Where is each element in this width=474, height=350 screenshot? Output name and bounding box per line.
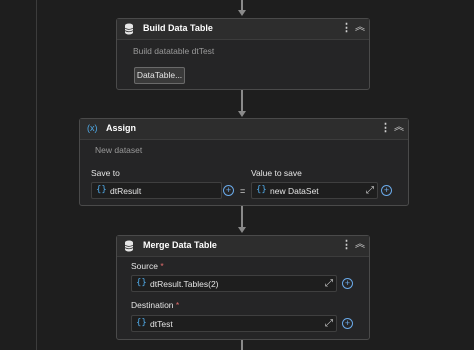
destination-field[interactable]: {} dtTest ⤢ (131, 315, 337, 332)
source-field[interactable]: {} dtResult.Tables(2) ⤢ (131, 275, 337, 292)
more-options-icon[interactable]: ⋮ (341, 22, 352, 34)
variable-icon: (x) (87, 123, 98, 133)
required-marker: * (175, 300, 180, 310)
connector-line (241, 206, 243, 228)
source-value[interactable]: dtResult.Tables(2) (150, 279, 219, 289)
connector-arrow (238, 227, 246, 233)
activity-header[interactable]: Merge Data Table ⋮ ︽ (117, 236, 369, 257)
activity-title: Assign (106, 123, 137, 133)
activity-subtitle: New dataset (95, 145, 143, 155)
collapse-icon[interactable]: ︽ (355, 237, 365, 253)
required-marker: * (160, 261, 164, 271)
expression-icon: {} (96, 185, 107, 195)
activity-header[interactable]: Build Data Table ⋮ ︽ (117, 19, 369, 40)
value-to-save-field[interactable]: {} new DataSet ⤢ (251, 182, 378, 199)
expand-editor-icon[interactable]: ⤢ (366, 185, 374, 196)
destination-label: Destination * (131, 300, 180, 310)
expand-editor-icon[interactable]: ⤢ (325, 278, 333, 289)
merge-data-table-activity[interactable]: Merge Data Table ⋮ ︽ Source * {} dtResul… (116, 235, 370, 340)
activity-subtitle: Build datatable dtTest (133, 46, 215, 56)
add-plus-icon[interactable]: + (223, 185, 234, 196)
add-plus-icon[interactable]: + (342, 318, 353, 329)
save-to-label: Save to (91, 168, 120, 178)
expand-editor-icon[interactable]: ⤢ (325, 318, 333, 329)
assign-activity[interactable]: (x) Assign ⋮ ︽ New dataset Save to Value… (79, 118, 409, 206)
collapse-icon[interactable]: ︽ (394, 120, 404, 136)
activity-header[interactable]: (x) Assign ⋮ ︽ (80, 119, 408, 140)
more-options-icon[interactable]: ⋮ (380, 122, 391, 134)
equals-sign: = (240, 186, 246, 196)
source-label: Source * (131, 261, 164, 271)
expression-icon: {} (136, 278, 147, 288)
expression-icon: {} (136, 318, 147, 328)
datatable-button[interactable]: DataTable... (134, 67, 185, 84)
connector-arrow (238, 10, 246, 16)
expression-icon: {} (256, 185, 267, 195)
connector-arrow (238, 111, 246, 117)
save-to-field[interactable]: {} dtResult (91, 182, 222, 199)
save-to-value[interactable]: dtResult (110, 186, 141, 196)
destination-value[interactable]: dtTest (150, 319, 173, 329)
more-options-icon[interactable]: ⋮ (341, 239, 352, 251)
collapse-icon[interactable]: ︽ (355, 20, 365, 36)
connector-line (241, 90, 243, 112)
database-icon (124, 23, 134, 35)
value-to-save-label: Value to save (251, 168, 302, 178)
add-plus-icon[interactable]: + (342, 278, 353, 289)
database-icon (124, 240, 134, 252)
build-data-table-activity[interactable]: Build Data Table ⋮ ︽ Build datatable dtT… (116, 18, 370, 90)
sequence-rail (36, 0, 37, 350)
activity-title: Build Data Table (143, 23, 213, 33)
activity-title: Merge Data Table (143, 240, 217, 250)
add-plus-icon[interactable]: + (381, 185, 392, 196)
value-to-save-value[interactable]: new DataSet (270, 186, 319, 196)
connector-line (241, 340, 243, 350)
